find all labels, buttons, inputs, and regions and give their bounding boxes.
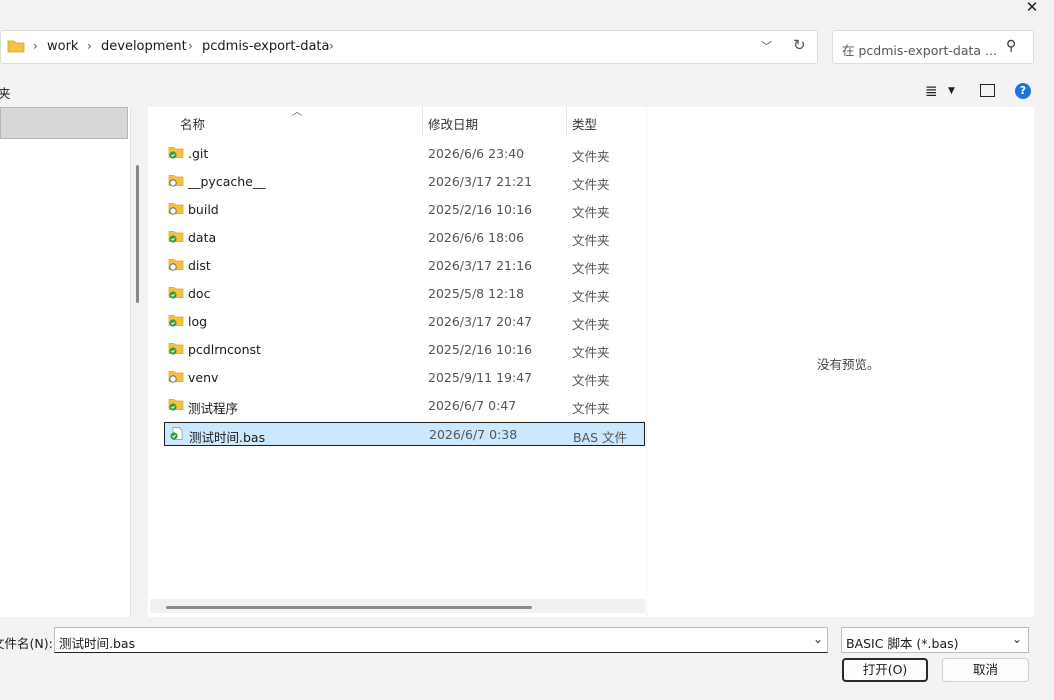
column-header-type[interactable]: 类型 <box>572 114 597 133</box>
file-type: 文件夹 <box>572 205 610 220</box>
file-name: dist <box>188 258 211 273</box>
folder-icon <box>168 287 184 299</box>
column-header-name[interactable]: 名称 <box>180 114 205 133</box>
folder-icon <box>168 231 184 243</box>
folder-icon <box>168 147 184 159</box>
title-bar: ✕ <box>0 0 1054 20</box>
search-box[interactable]: 在 pcdmis-export-data ... ⚲ <box>832 30 1034 64</box>
file-date: 2026/6/6 23:40 <box>428 146 525 161</box>
file-date: 2026/3/17 20:47 <box>428 314 533 329</box>
folder-icon <box>168 371 184 383</box>
file-date: 2025/9/11 19:47 <box>428 370 533 385</box>
file-type: 文件夹 <box>572 177 610 192</box>
file-row[interactable]: doc 2025/5/8 12:18 文件夹 <box>164 282 645 306</box>
filetype-select[interactable]: BASIC 脚本 (*.bas) ⌄ <box>841 627 1029 653</box>
breadcrumb-pcdmis-export-data[interactable]: pcdmis-export-data <box>202 39 329 54</box>
breadcrumb-separator: › <box>33 39 38 53</box>
file-row[interactable]: dist 2026/3/17 21:16 文件夹 <box>164 254 645 278</box>
preview-pane: 没有预览。 <box>647 107 1034 617</box>
breadcrumb-separator: › <box>188 39 193 53</box>
breadcrumb-separator: › <box>87 39 92 53</box>
file-date: 2026/3/17 21:21 <box>428 174 533 189</box>
file-row[interactable]: data 2026/6/6 18:06 文件夹 <box>164 226 645 250</box>
file-type: 文件夹 <box>572 345 610 360</box>
folder-icon <box>7 40 25 53</box>
horizontal-scrollbar-thumb[interactable] <box>166 606 532 609</box>
file-row[interactable]: pcdlrnconst 2025/2/16 10:16 文件夹 <box>164 338 645 362</box>
file-name: 测试程序 <box>188 401 239 416</box>
file-type: 文件夹 <box>572 401 610 416</box>
file-type: 文件夹 <box>572 317 610 332</box>
file-row[interactable]: 测试程序 2026/6/7 0:47 文件夹 <box>164 394 645 418</box>
folder-icon <box>168 343 184 355</box>
file-date: 2026/6/7 0:47 <box>428 398 517 413</box>
file-name: .git <box>188 146 209 161</box>
nav-item-selected[interactable] <box>0 107 128 139</box>
column-divider[interactable] <box>422 107 423 137</box>
file-type: 文件夹 <box>572 233 610 248</box>
chevron-down-icon[interactable]: ⌄ <box>1012 632 1022 646</box>
file-row[interactable]: build 2025/2/16 10:16 文件夹 <box>164 198 645 222</box>
preview-pane-icon[interactable] <box>980 84 995 97</box>
file-date: 2026/6/7 0:38 <box>429 427 518 442</box>
file-row[interactable]: .git 2026/6/6 23:40 文件夹 <box>164 142 645 166</box>
filename-label: 文件名(N): <box>0 636 53 651</box>
file-date: 2026/6/6 18:06 <box>428 230 525 245</box>
navigation-pane <box>0 107 131 617</box>
file-name: venv <box>188 370 219 385</box>
filename-value[interactable]: 测试时间.bas <box>59 633 135 652</box>
nav-scrollbar[interactable] <box>136 165 139 303</box>
file-row[interactable]: venv 2025/9/11 19:47 文件夹 <box>164 366 645 390</box>
folder-icon <box>168 315 184 327</box>
folder-icon <box>168 175 184 187</box>
toolbar: 夹 ≣ ▼ ? <box>0 76 1054 106</box>
file-date: 2026/3/17 21:16 <box>428 258 533 273</box>
filetype-value[interactable]: BASIC 脚本 (*.bas) <box>846 633 959 652</box>
folder-icon <box>168 399 184 411</box>
toolbar-truncated-label[interactable]: 夹 <box>0 83 11 102</box>
file-type: 文件夹 <box>572 149 610 164</box>
no-preview-text: 没有预览。 <box>817 357 880 372</box>
filename-input[interactable]: 测试时间.bas ⌄ <box>54 627 828 653</box>
view-menu-icon[interactable]: ≣ <box>925 82 938 100</box>
refresh-icon[interactable]: ↻ <box>793 36 806 54</box>
close-button[interactable]: ✕ <box>1022 0 1042 17</box>
search-icon[interactable]: ⚲ <box>1006 38 1016 54</box>
file-date: 2025/2/16 10:16 <box>428 202 533 217</box>
file-name: __pycache__ <box>188 174 266 189</box>
help-icon[interactable]: ? <box>1015 83 1031 99</box>
sort-arrow-icon: ︿ <box>292 107 302 118</box>
file-type: BAS 文件 <box>573 430 628 445</box>
address-bar[interactable]: › work › development › pcdmis-export-dat… <box>0 30 818 64</box>
open-button[interactable]: 打开(O) <box>842 658 928 682</box>
cancel-button[interactable]: 取消 <box>942 658 1029 682</box>
chevron-down-icon[interactable]: ⌄ <box>813 632 823 646</box>
file-type: 文件夹 <box>572 289 610 304</box>
breadcrumb-development[interactable]: development <box>101 39 187 54</box>
column-divider[interactable] <box>566 107 567 137</box>
file-name: pcdlrnconst <box>188 342 261 357</box>
file-type: 文件夹 <box>572 373 610 388</box>
file-list: ︿ 名称 修改日期 类型 .git 2026/6/6 23:40 文件夹 __pyca… <box>148 107 646 617</box>
file-row[interactable]: log 2026/3/17 20:47 文件夹 <box>164 310 645 334</box>
file-date: 2025/2/16 10:16 <box>428 342 533 357</box>
file-name: doc <box>188 286 211 301</box>
chevron-down-icon[interactable]: ﹀ <box>761 38 772 54</box>
file-name: 测试时间.bas <box>189 430 266 445</box>
folder-icon <box>168 259 184 271</box>
file-row[interactable]: __pycache__ 2026/3/17 21:21 文件夹 <box>164 170 645 194</box>
file-name: build <box>188 202 219 217</box>
file-name: log <box>188 314 208 329</box>
file-icon <box>170 427 183 440</box>
breadcrumb-separator: › <box>329 39 334 53</box>
folder-icon <box>168 203 184 215</box>
column-header-date[interactable]: 修改日期 <box>428 114 478 133</box>
file-name: data <box>188 230 217 245</box>
breadcrumb-work[interactable]: work <box>47 39 78 54</box>
file-date: 2025/5/8 12:18 <box>428 286 525 301</box>
chevron-down-icon[interactable]: ▼ <box>948 86 955 96</box>
file-row[interactable]: 测试时间.bas 2026/6/7 0:38 BAS 文件 <box>164 422 645 446</box>
search-input[interactable]: 在 pcdmis-export-data ... <box>842 40 997 59</box>
file-type: 文件夹 <box>572 261 610 276</box>
